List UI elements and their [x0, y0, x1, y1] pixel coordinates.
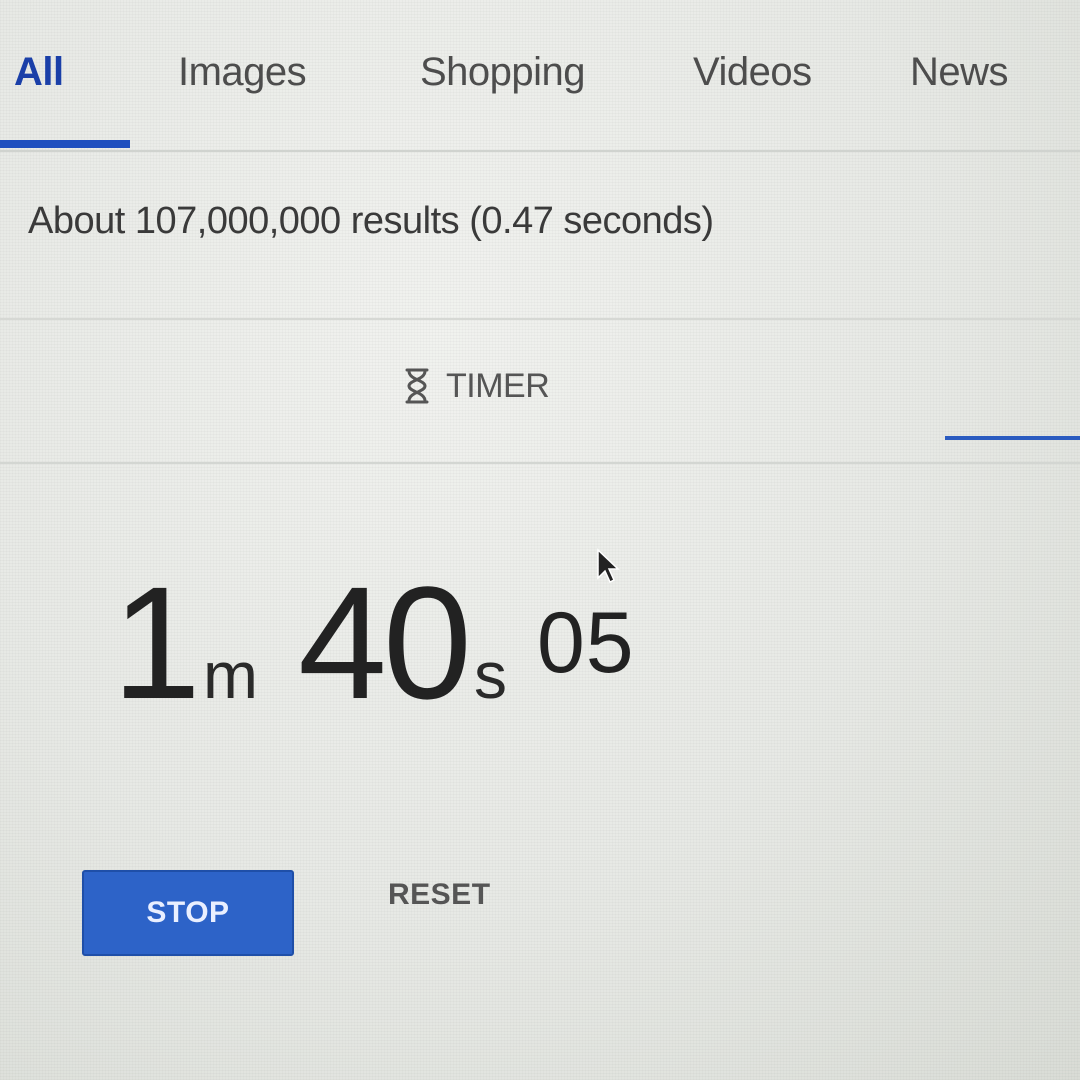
timer-tab-indicator [945, 436, 1080, 440]
tab-videos[interactable]: Videos [693, 50, 812, 95]
active-tab-indicator [0, 140, 130, 148]
minutes-value: 1 [112, 553, 201, 732]
hundredths-value: 05 [536, 595, 635, 691]
minutes-unit: m [202, 638, 258, 712]
tabs-divider [0, 150, 1080, 152]
tab-timer[interactable]: TIMER [400, 366, 550, 406]
timer-tab-divider [0, 462, 1080, 464]
timer-tab-label: TIMER [446, 366, 550, 405]
seconds-value: 40 [297, 553, 472, 732]
tab-news[interactable]: News [910, 50, 1009, 95]
arrow-cursor-icon [597, 548, 620, 584]
card-divider [0, 318, 1080, 320]
hourglass-icon [405, 368, 429, 404]
seconds-unit: s [473, 638, 507, 712]
elapsed-time-display: 1 m 40 s 05 [112, 563, 635, 723]
tab-images[interactable]: Images [178, 50, 307, 95]
result-stats: About 107,000,000 results (0.47 seconds) [28, 200, 714, 242]
search-tabs: All Images Shopping Videos News [0, 0, 1080, 152]
stop-button[interactable]: STOP [82, 870, 294, 956]
tab-all[interactable]: All [14, 50, 64, 95]
reset-button[interactable]: RESET [388, 878, 498, 918]
timer-card: TIMER 1 m 40 s 05 STOP RESET [0, 318, 1080, 1080]
tab-shopping[interactable]: Shopping [420, 50, 586, 95]
